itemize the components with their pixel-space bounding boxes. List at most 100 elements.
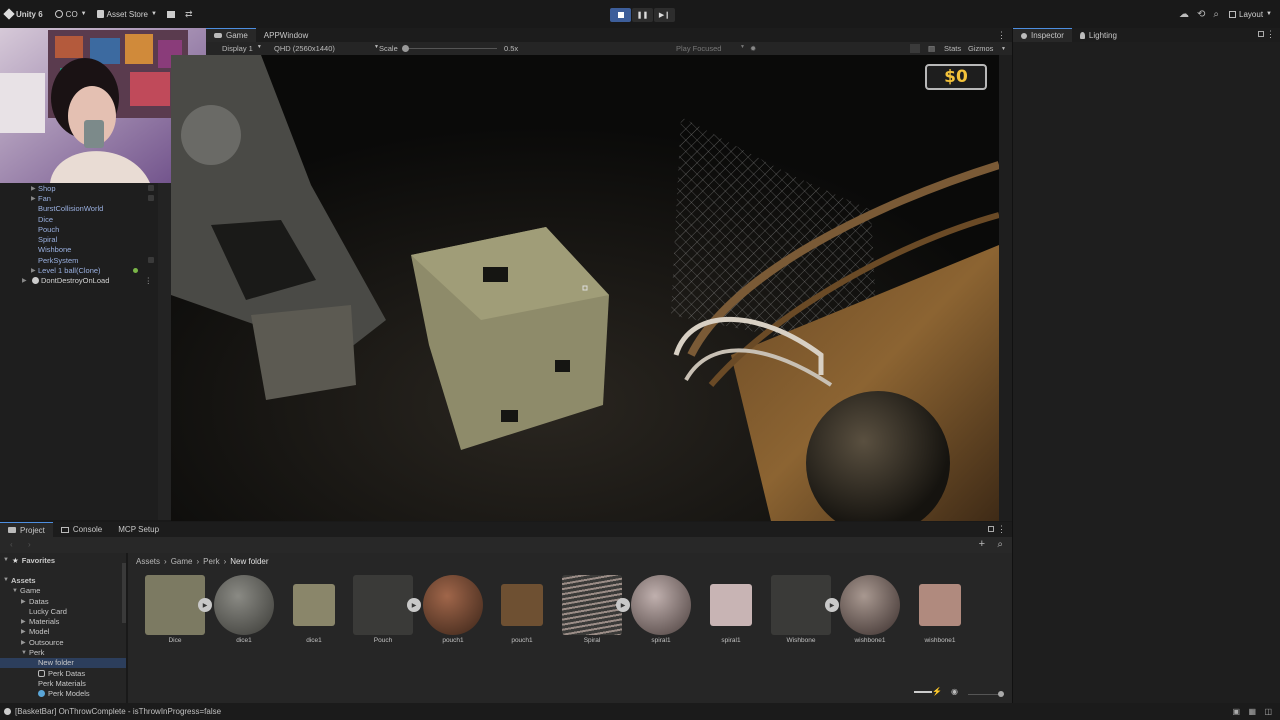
tree-item-lucky-card[interactable]: Lucky Card <box>0 606 126 616</box>
chevron-down-icon[interactable]: ▼ <box>1001 46 1006 52</box>
tree-item-outsource[interactable]: ▶ Outsource <box>0 637 126 647</box>
play-stop-button[interactable] <box>610 8 631 22</box>
asset-item[interactable]: Dice <box>144 575 206 645</box>
forward-icon[interactable]: › <box>28 540 31 549</box>
chevron-right-icon[interactable]: ▶ <box>21 628 26 635</box>
play-focused-dropdown[interactable]: Play Focused ▼ <box>676 44 745 53</box>
history-icon[interactable]: ⟲ <box>1197 9 1205 20</box>
tab-mcp-setup[interactable]: MCP Setup <box>110 522 167 537</box>
thumbnail-size-slider[interactable] <box>968 691 1004 697</box>
hierarchy-item[interactable]: BurstCollisionWorld <box>0 204 158 214</box>
mute-audio-icon[interactable]: ✹ <box>750 44 756 53</box>
asset-item[interactable]: spiral1 <box>630 575 692 645</box>
scale-slider[interactable] <box>402 45 497 52</box>
hierarchy-item[interactable]: PerkSystem <box>0 255 158 265</box>
status-message[interactable]: [BasketBar] OnThrowComplete - isThrowInP… <box>15 707 221 716</box>
tree-item-datas[interactable]: ▶ Datas <box>0 596 126 606</box>
thumbnail-size-slider-thumb[interactable] <box>998 691 1004 697</box>
expand-asset-button[interactable]: ▶ <box>825 598 839 612</box>
asset-item[interactable]: pouch1 <box>491 575 553 645</box>
tree-item-perk[interactable]: ▼ Perk <box>0 647 126 657</box>
scale-slider-thumb[interactable] <box>402 45 409 52</box>
asset-item[interactable]: dice1 <box>283 575 345 645</box>
asset-store-dropdown[interactable]: Asset Store ▼ <box>92 5 162 23</box>
chevron-right-icon[interactable]: ▶ <box>21 598 26 605</box>
game-view-scrollbar[interactable] <box>999 55 1012 521</box>
more-icon[interactable]: ⋮ <box>1266 29 1275 40</box>
asset-item[interactable]: dice1 <box>213 575 275 645</box>
chevron-right-icon[interactable]: ▶ <box>31 185 36 192</box>
pause-button[interactable]: ❚❚ <box>632 8 653 22</box>
hierarchy-item[interactable]: Spiral <box>0 234 158 244</box>
tree-item-assets[interactable]: ▼ Assets <box>0 575 126 585</box>
favorites-row[interactable]: ▼ ★ Favorites <box>0 555 126 565</box>
breadcrumb-item[interactable]: Assets <box>136 557 160 566</box>
asset-item[interactable]: spiral1 <box>700 575 762 645</box>
tab-lighting[interactable]: Lighting <box>1072 28 1125 42</box>
stats-button[interactable]: Stats <box>944 44 961 53</box>
layout-dropdown[interactable]: Layout ▼ <box>1227 5 1274 23</box>
game-viewport[interactable]: $0 <box>171 55 999 521</box>
asset-item[interactable]: wishbone1 <box>909 575 971 645</box>
cloud-icon[interactable]: ☁ <box>1179 9 1189 20</box>
chevron-right-icon[interactable]: ▶ <box>21 618 26 625</box>
chevron-down-icon[interactable]: ▼ <box>3 577 9 583</box>
lightning-icon[interactable]: ⚡ <box>932 687 942 696</box>
package-manager-button[interactable] <box>162 5 180 23</box>
tab-game[interactable]: Game <box>206 28 256 42</box>
add-icon[interactable]: + <box>979 538 985 550</box>
tab-appwindow[interactable]: APPWindow <box>256 28 316 42</box>
asset-item[interactable]: Pouch <box>352 575 414 645</box>
tree-item-new-folder[interactable]: New folder <box>0 657 126 668</box>
resolution-dropdown[interactable]: QHD (2560x1440) ▼ <box>274 44 379 53</box>
tree-item-perk-materials[interactable]: Perk Materials <box>0 678 126 688</box>
chevron-right-icon[interactable]: ▶ <box>21 639 26 646</box>
maximize-icon[interactable] <box>910 44 920 53</box>
tree-item-game[interactable]: ▼ Game <box>0 586 126 596</box>
hierarchy-item[interactable]: Dice <box>0 214 158 224</box>
eye-icon[interactable]: ◉ <box>951 687 958 696</box>
tree-item-model[interactable]: ▶ Model <box>0 627 126 637</box>
expand-asset-button[interactable]: ▶ <box>616 598 630 612</box>
hierarchy-item[interactable]: ▶ Fan <box>0 193 158 203</box>
hierarchy-item[interactable]: Wishbone <box>0 245 158 255</box>
search-icon[interactable]: ⌕ <box>997 539 1003 550</box>
unity-menu-button[interactable]: Unity 6 <box>0 5 48 23</box>
breadcrumb-item[interactable]: Perk <box>203 557 219 566</box>
more-icon[interactable]: ⋮ <box>997 524 1006 535</box>
chevron-right-icon[interactable]: ▶ <box>31 267 36 274</box>
asset-item[interactable]: pouch1 <box>422 575 484 645</box>
breadcrumb-item-current[interactable]: New folder <box>230 557 268 566</box>
hierarchy-item[interactable]: ▶ Level 1 ball(Clone) <box>0 265 158 275</box>
more-icon[interactable]: ⋮ <box>145 276 153 285</box>
keyboard-icon[interactable]: ▤ <box>928 44 935 53</box>
version-control-button[interactable]: ⇄ <box>180 5 198 23</box>
hierarchy-item[interactable]: Pouch <box>0 224 158 234</box>
tree-item-perk-datas[interactable]: Perk Datas <box>0 668 126 678</box>
display-dropdown[interactable]: Display 1 ▼ <box>222 44 262 53</box>
asset-item[interactable]: wishbone1 <box>839 575 901 645</box>
tab-console[interactable]: Console <box>53 522 110 537</box>
tree-item-materials[interactable]: ▶ Materials <box>0 616 126 626</box>
search-icon[interactable]: ⌕ <box>1213 9 1219 20</box>
gizmos-button[interactable]: Gizmos <box>968 44 993 53</box>
expand-asset-button[interactable]: ▶ <box>198 598 212 612</box>
asset-item[interactable]: Wishbone <box>770 575 832 645</box>
step-button[interactable]: ▶❙ <box>654 8 675 22</box>
chevron-right-icon[interactable]: ▶ <box>31 195 36 202</box>
breadcrumb-item[interactable]: Game <box>171 557 193 566</box>
lock-icon[interactable] <box>988 526 994 532</box>
chevron-down-icon[interactable]: ▼ <box>12 588 18 594</box>
tree-scrollbar[interactable] <box>122 563 126 623</box>
tab-project[interactable]: Project <box>0 522 53 537</box>
back-icon[interactable]: ‹ <box>10 540 13 549</box>
lock-icon[interactable] <box>1258 31 1264 37</box>
account-dropdown[interactable]: CO ▼ <box>50 5 92 23</box>
hierarchy-item[interactable]: ▶ DontDestroyOnLoad ⋮ <box>0 276 158 286</box>
tab-inspector[interactable]: Inspector <box>1013 28 1072 42</box>
tree-item-perk-models[interactable]: Perk Models <box>0 689 126 699</box>
expand-asset-button[interactable]: ▶ <box>407 598 421 612</box>
brush-icon[interactable] <box>914 691 932 693</box>
chevron-right-icon[interactable]: ▶ <box>22 277 27 284</box>
notification-icon[interactable]: ▣ <box>1232 707 1240 716</box>
